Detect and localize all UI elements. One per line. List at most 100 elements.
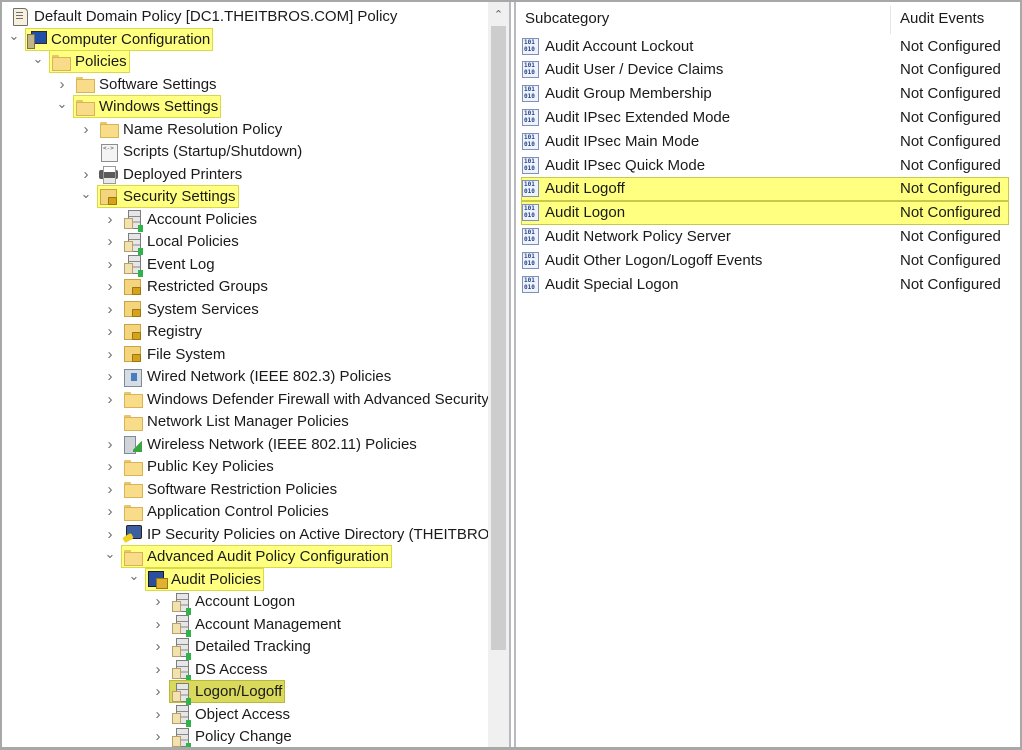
chevron-right-icon[interactable]: ›: [104, 276, 116, 298]
tree-root[interactable]: Default Domain Policy [DC1.THEITBROS.COM…: [10, 5, 397, 27]
tree-node-content[interactable]: Policies: [49, 50, 130, 73]
tree-node-content[interactable]: Wired Network (IEEE 802.3) Policies: [122, 366, 393, 387]
chevron-down-icon[interactable]: ⌄: [32, 48, 44, 70]
tree-node-content[interactable]: Local Policies: [122, 231, 241, 252]
tree-node[interactable]: › Windows Defender Firewall with Advanced…: [104, 388, 488, 410]
tree-node-content[interactable]: Detailed Tracking: [170, 636, 313, 657]
tree-node-content[interactable]: Restricted Groups: [122, 276, 270, 297]
tree-node[interactable]: › Name Resolution Policy: [80, 118, 284, 140]
chevron-right-icon[interactable]: ›: [104, 456, 116, 478]
tree-node-content[interactable]: Account Policies: [122, 209, 259, 230]
tree-node-content[interactable]: Policy Change: [170, 726, 294, 747]
tree-node-content[interactable]: Event Log: [122, 254, 217, 275]
tree-node[interactable]: ⌄ Security Settings: [80, 183, 239, 208]
tree-node-content[interactable]: IP Security Policies on Active Directory…: [122, 524, 488, 545]
tree-node[interactable]: › Event Log: [104, 253, 217, 275]
list-item[interactable]: 101 010 Audit Network Policy Server Not Con…: [522, 225, 1008, 247]
tree-node-content[interactable]: File System: [122, 344, 227, 365]
chevron-down-icon[interactable]: ⌄: [128, 565, 140, 587]
chevron-right-icon[interactable]: ›: [152, 636, 164, 658]
chevron-right-icon[interactable]: ›: [152, 703, 164, 725]
list-item[interactable]: 101 010 Audit Account Lockout Not Configure…: [522, 35, 1008, 57]
column-header-subcategory[interactable]: Subcategory: [525, 10, 609, 27]
chevron-right-icon[interactable]: ›: [152, 658, 164, 680]
tree-node[interactable]: › Restricted Groups: [104, 276, 270, 298]
chevron-right-icon[interactable]: ›: [152, 613, 164, 635]
tree-node[interactable]: › Account Management: [152, 613, 343, 635]
chevron-right-icon[interactable]: ›: [104, 231, 116, 253]
tree-node[interactable]: › Local Policies: [104, 231, 241, 253]
tree-node[interactable]: › Policy Change: [152, 726, 294, 748]
tree-node-content[interactable]: Security Settings: [97, 185, 239, 208]
tree-node-content[interactable]: DS Access: [170, 659, 270, 680]
list-item[interactable]: 101 010 Audit Group Membership Not Configur…: [522, 83, 1008, 105]
tree-node[interactable]: › File System: [104, 343, 227, 365]
tree-node-content[interactable]: System Services: [122, 299, 261, 320]
scrollbar-thumb[interactable]: [491, 26, 506, 650]
list-item[interactable]: 101 010 Audit Logon Not Configured: [521, 200, 1009, 225]
chevron-right-icon[interactable]: ›: [104, 388, 116, 410]
chevron-right-icon[interactable]: ›: [80, 118, 92, 140]
chevron-right-icon[interactable]: ›: [104, 366, 116, 388]
tree-node-content[interactable]: Audit Policies: [144, 567, 265, 591]
tree-node-content[interactable]: Scripts (Startup/Shutdown): [98, 141, 304, 162]
tree-node-content[interactable]: Computer Configuration: [24, 27, 214, 51]
tree-node[interactable]: › Wired Network (IEEE 802.3) Policies: [104, 366, 393, 388]
tree-node-content[interactable]: Windows Settings: [72, 95, 222, 118]
chevron-right-icon[interactable]: ›: [104, 501, 116, 523]
scroll-up-arrow-icon[interactable]: ⌃: [488, 4, 509, 24]
tree-node-content[interactable]: Deployed Printers: [98, 164, 244, 185]
chevron-right-icon[interactable]: ›: [152, 591, 164, 613]
chevron-down-icon[interactable]: ⌄: [104, 543, 116, 565]
chevron-right-icon[interactable]: ›: [104, 478, 116, 500]
tree-node-content[interactable]: Network List Manager Policies: [122, 411, 351, 432]
tree-node-content[interactable]: Public Key Policies: [122, 456, 276, 477]
list-item[interactable]: 101 010 Audit IPsec Extended Mode Not Confi…: [522, 106, 1008, 128]
tree-node[interactable]: › Detailed Tracking: [152, 636, 313, 658]
tree-node[interactable]: › Software Settings: [56, 73, 219, 95]
tree-node[interactable]: ⌄ Windows Settings: [56, 93, 222, 118]
tree-node-content[interactable]: Account Logon: [170, 591, 297, 612]
chevron-right-icon[interactable]: ›: [152, 681, 164, 703]
chevron-right-icon[interactable]: ›: [104, 253, 116, 275]
column-header-audit-events[interactable]: Audit Events: [900, 10, 984, 27]
tree-node-content[interactable]: Software Restriction Policies: [122, 479, 339, 500]
tree-node-content[interactable]: Name Resolution Policy: [98, 119, 284, 140]
tree-vertical-scrollbar[interactable]: ⌃: [488, 2, 509, 747]
column-separator[interactable]: [890, 6, 891, 34]
chevron-right-icon[interactable]: ›: [104, 208, 116, 230]
list-item[interactable]: 101 010 Audit User / Device Claims Not Conf…: [522, 59, 1008, 81]
chevron-right-icon[interactable]: ›: [104, 433, 116, 455]
tree-node[interactable]: › Registry: [104, 321, 204, 343]
chevron-right-icon[interactable]: ›: [104, 298, 116, 320]
tree-node[interactable]: › Object Access: [152, 703, 292, 725]
tree-node[interactable]: › Account Policies: [104, 208, 259, 230]
tree-node[interactable]: ⌄ Advanced Audit Policy Configuration: [104, 543, 392, 568]
tree-node-content[interactable]: Advanced Audit Policy Configuration: [121, 545, 392, 568]
tree-node[interactable]: › Logon/Logoff: [152, 680, 286, 703]
tree-node[interactable]: ⌄ Audit Policies: [128, 565, 265, 591]
chevron-down-icon[interactable]: ⌄: [80, 183, 92, 205]
list-item[interactable]: 101 010 Audit IPsec Quick Mode Not Configur…: [522, 154, 1008, 176]
tree-node-content[interactable]: Wireless Network (IEEE 802.11) Policies: [122, 434, 419, 455]
chevron-down-icon[interactable]: ⌄: [8, 25, 20, 47]
list-item[interactable]: 101 010 Audit Logoff Not Configured: [521, 176, 1009, 201]
tree-node[interactable]: › IP Security Policies on Active Director…: [104, 523, 488, 545]
tree-node[interactable]: Scripts (Startup/Shutdown): [80, 141, 304, 163]
tree-node-content[interactable]: Logon/Logoff: [168, 680, 286, 703]
list-item[interactable]: 101 010 Audit Special Logon Not Configured: [522, 273, 1008, 295]
tree-node[interactable]: › Account Logon: [152, 591, 297, 613]
tree-node[interactable]: › System Services: [104, 298, 261, 320]
tree-node[interactable]: › Deployed Printers: [80, 163, 244, 185]
tree-node[interactable]: › Public Key Policies: [104, 456, 276, 478]
tree-node[interactable]: › Software Restriction Policies: [104, 478, 339, 500]
chevron-right-icon[interactable]: ›: [104, 343, 116, 365]
chevron-right-icon[interactable]: ›: [104, 321, 116, 343]
tree-node-content[interactable]: Registry: [122, 321, 204, 342]
tree-node-content[interactable]: Object Access: [170, 704, 292, 725]
tree-node[interactable]: › DS Access: [152, 658, 270, 680]
list-item[interactable]: 101 010 Audit Other Logon/Logoff Events Not…: [522, 249, 1008, 271]
tree-node[interactable]: › Application Control Policies: [104, 501, 331, 523]
tree-node[interactable]: ⌄ Policies: [32, 48, 130, 73]
chevron-down-icon[interactable]: ⌄: [56, 93, 68, 115]
